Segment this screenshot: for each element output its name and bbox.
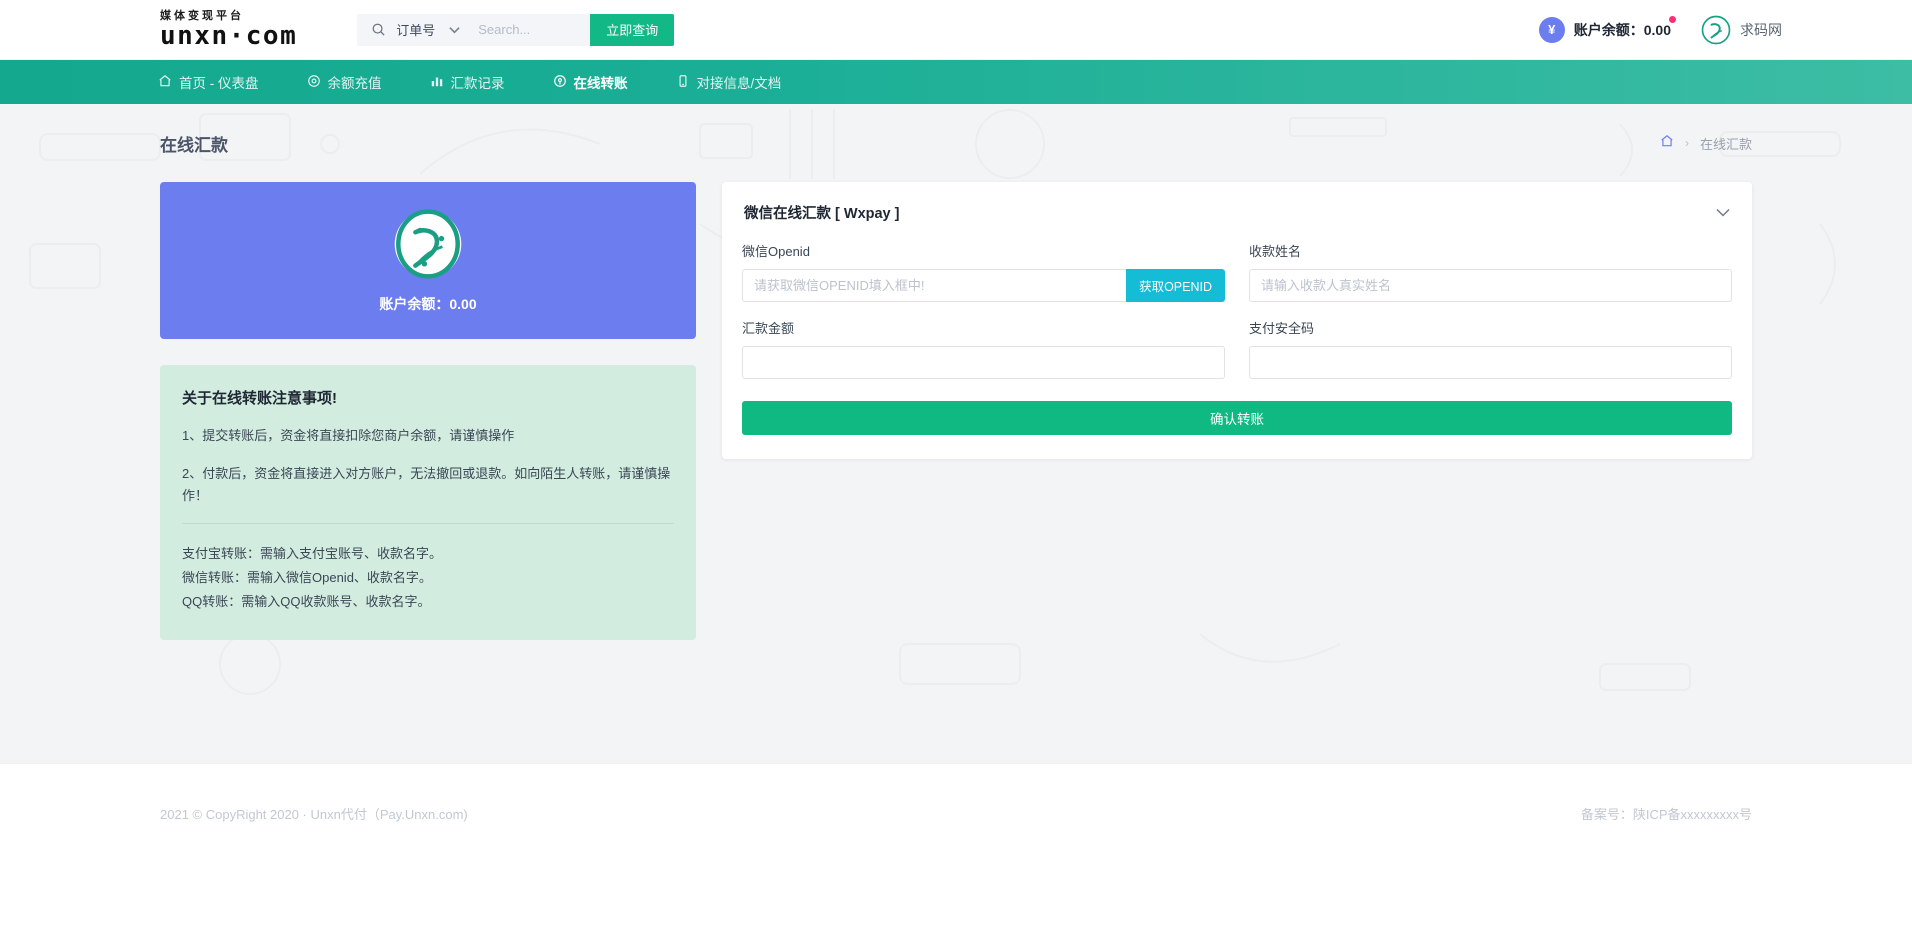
brand-logo[interactable]: 媒体变现平台 unxn·com <box>160 10 297 50</box>
payee-name-input[interactable] <box>1249 269 1732 302</box>
nav-label-docs: 对接信息/文档 <box>697 72 782 92</box>
nav-label-dashboard: 首页 - 仪表盘 <box>179 72 259 92</box>
wallet-icon <box>307 74 321 91</box>
notice-method-wechat: 微信转账：需输入微信Openid、收款名字。 <box>182 566 674 590</box>
partner-link[interactable]: 求码网 <box>1701 15 1782 45</box>
nav-item-dashboard[interactable]: 首页 - 仪表盘 <box>158 60 283 104</box>
openid-input-group: 获取OPENID <box>742 269 1225 302</box>
amount-input[interactable] <box>742 346 1225 379</box>
page-header: 在线汇款 › 在线汇款 <box>160 104 1752 182</box>
label-amount: 汇款金额 <box>742 318 1225 337</box>
partner-label: 求码网 <box>1740 20 1782 40</box>
main-navigation: 首页 - 仪表盘 余额充值 汇款记录 在线转账 <box>0 60 1912 104</box>
chevron-down-icon[interactable] <box>449 26 478 34</box>
unxn-circle-logo-icon <box>392 208 464 280</box>
home-icon[interactable] <box>1660 134 1674 153</box>
yen-icon: ¥ <box>1539 17 1565 43</box>
page-footer: 2021 © CopyRight 2020 · Unxn代付（Pay.Unxn.… <box>0 763 1912 934</box>
label-security-code: 支付安全码 <box>1249 318 1732 337</box>
notice-item-2: 2、付款后，资金将直接进入对方账户，无法撤回或退款。如向陌生人转账，请谨慎操作！ <box>182 463 674 507</box>
security-code-input[interactable] <box>1249 346 1732 379</box>
transfer-icon <box>553 74 567 91</box>
label-payee-name: 收款姓名 <box>1249 241 1732 260</box>
field-payee-name: 收款姓名 <box>1249 241 1732 302</box>
nav-item-online-transfer[interactable]: 在线转账 <box>529 60 652 104</box>
left-column: 账户余额：0.00 关于在线转账注意事项! 1、提交转账后，资金将直接扣除您商户… <box>160 182 696 640</box>
field-security-code: 支付安全码 <box>1249 318 1732 379</box>
home-icon <box>158 74 172 91</box>
search-submit-button[interactable]: 立即查询 <box>590 14 674 46</box>
notice-method-alipay: 支付宝转账：需输入支付宝账号、收款名字。 <box>182 542 674 566</box>
notice-item-1: 1、提交转账后，资金将直接扣除您商户余额，请谨慎操作 <box>182 425 674 447</box>
account-balance-label: 账户余额：0.00 <box>1574 20 1671 40</box>
search-icon <box>357 22 396 37</box>
page-body: 在线汇款 › 在线汇款 <box>0 104 1912 763</box>
notice-box: 关于在线转账注意事项! 1、提交转账后，资金将直接扣除您商户余额，请谨慎操作 2… <box>160 365 696 640</box>
footer-icp-record: 备案号：陕ICP备xxxxxxxxx号 <box>1581 804 1752 823</box>
nav-item-docs[interactable]: 对接信息/文档 <box>652 60 806 104</box>
field-amount: 汇款金额 <box>742 318 1225 379</box>
nav-label-recharge: 余额充值 <box>328 72 382 92</box>
top-header: 媒体变现平台 unxn·com 订单号 立即查询 ¥ 账户余额：0.00 <box>0 0 1912 60</box>
footer-copyright: 2021 © CopyRight 2020 · Unxn代付（Pay.Unxn.… <box>160 804 468 823</box>
panel-title: 微信在线汇款 [ Wxpay ] <box>744 202 899 223</box>
breadcrumb-current: 在线汇款 <box>1700 134 1752 153</box>
nav-item-records[interactable]: 汇款记录 <box>406 60 529 104</box>
breadcrumb: › 在线汇款 <box>1660 134 1752 153</box>
notice-title: 关于在线转账注意事项! <box>182 387 674 408</box>
field-openid: 微信Openid 获取OPENID <box>742 241 1225 302</box>
chart-icon <box>430 74 444 91</box>
nav-label-records: 汇款记录 <box>451 72 505 92</box>
balance-card: 账户余额：0.00 <box>160 182 696 339</box>
panel-header: 微信在线汇款 [ Wxpay ] <box>722 182 1752 239</box>
brand-name: unxn·com <box>160 23 297 50</box>
transfer-form: 微信Openid 获取OPENID 收款姓名 <box>722 239 1752 459</box>
transfer-form-panel: 微信在线汇款 [ Wxpay ] 微信Openid <box>722 182 1752 459</box>
openid-input[interactable] <box>742 269 1126 302</box>
search-input[interactable] <box>478 22 590 37</box>
label-openid: 微信Openid <box>742 241 1225 260</box>
nav-label-online-transfer: 在线转账 <box>574 72 628 92</box>
confirm-transfer-button[interactable]: 确认转账 <box>742 401 1732 435</box>
qiumawang-logo-icon <box>1701 15 1731 45</box>
right-column: 微信在线汇款 [ Wxpay ] 微信Openid <box>722 182 1752 459</box>
notification-dot-badge <box>1669 16 1676 23</box>
search-type-label[interactable]: 订单号 <box>396 20 449 39</box>
doc-icon <box>676 74 690 91</box>
page-title: 在线汇款 <box>160 131 228 156</box>
notice-method-qq: QQ转账：需输入QQ收款账号、收款名字。 <box>182 590 674 614</box>
get-openid-button[interactable]: 获取OPENID <box>1126 269 1225 302</box>
nav-item-recharge[interactable]: 余额充值 <box>283 60 406 104</box>
balance-card-text: 账户余额：0.00 <box>379 294 476 314</box>
notice-divider <box>182 523 674 524</box>
chevron-down-icon[interactable] <box>1716 208 1730 217</box>
header-right-group: ¥ 账户余额：0.00 求码网 <box>1539 15 1782 45</box>
account-balance-chip[interactable]: ¥ 账户余额：0.00 <box>1539 17 1671 43</box>
breadcrumb-separator: › <box>1685 136 1689 150</box>
search-bar: 订单号 立即查询 <box>357 14 674 46</box>
